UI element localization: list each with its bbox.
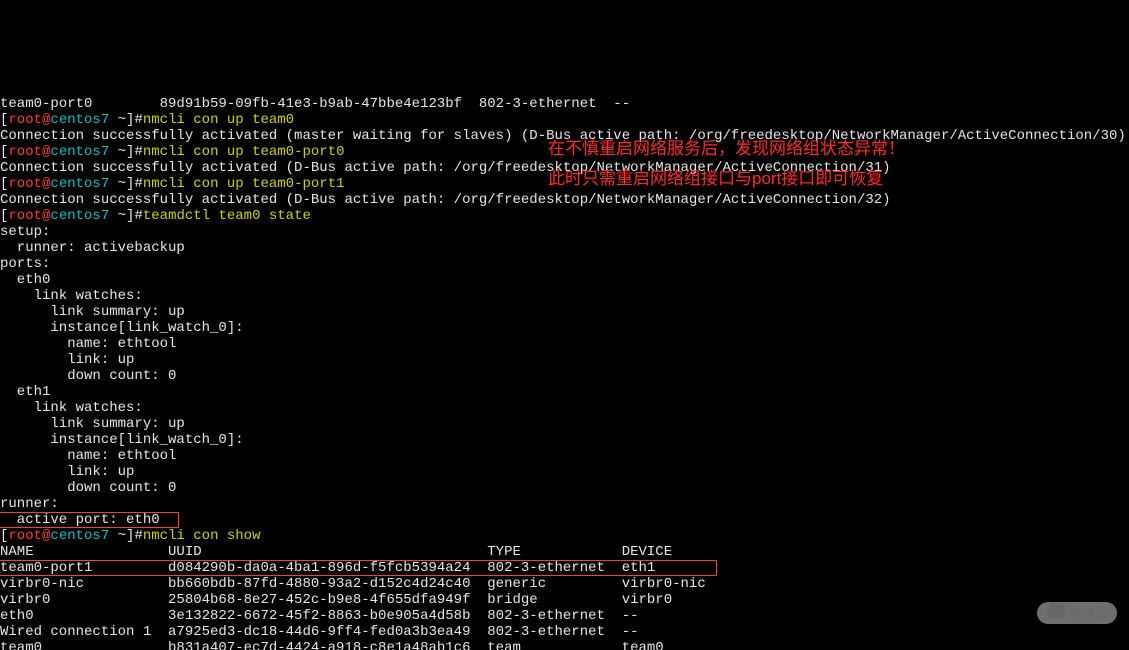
teamdctl-line: name: ethtool xyxy=(0,336,176,352)
prompt-host: centos7 xyxy=(50,112,109,128)
prompt-rbracket: ]# xyxy=(126,176,143,192)
teamdctl-line: link watches: xyxy=(0,400,143,416)
con-row-team0: team0 b831a407-ec7d-4424-a918-c8e1a48ab1… xyxy=(0,640,714,650)
prompt-user: root xyxy=(8,528,42,544)
teamdctl-line: link summary: up xyxy=(0,304,185,320)
teamdctl-line: link summary: up xyxy=(0,416,185,432)
teamdctl-line: setup: xyxy=(0,224,50,240)
command-nmcli-con-show: nmcli con show xyxy=(143,528,261,544)
watermark-badge: 亿速云 xyxy=(1037,602,1117,624)
prompt-path: ~ xyxy=(109,208,126,224)
prompt-rbracket: ]# xyxy=(126,208,143,224)
prompt-rbracket: ]# xyxy=(126,144,143,160)
con-row-virbr0-nic: virbr0-nic bb660bdb-87fd-4880-93a2-d152c… xyxy=(0,576,714,592)
teamdctl-line: down count: 0 xyxy=(0,368,176,384)
annotation-part-b: port xyxy=(752,169,781,188)
teamdctl-line: link watches: xyxy=(0,288,143,304)
con-row-team0-port1: team0-port1 d084290b-da0a-4ba1-896d-f5fc… xyxy=(0,560,717,576)
prompt-path: ~ xyxy=(109,528,126,544)
prompt-host: centos7 xyxy=(50,528,109,544)
prompt-path: ~ xyxy=(109,112,126,128)
command-nmcli-up-team0: nmcli con up team0 xyxy=(143,112,294,128)
teamdctl-line: instance[link_watch_0]: xyxy=(0,432,244,448)
con-row-eth0: eth0 3e132822-6672-45f2-8863-b0e905a4d58… xyxy=(0,608,714,624)
con-row-virbr0: virbr0 25804b68-8e27-452c-b9e8-4f655dfa9… xyxy=(0,592,714,608)
prompt-user: root xyxy=(8,176,42,192)
teamdctl-line: runner: activebackup xyxy=(0,240,185,256)
command-nmcli-up-port1: nmcli con up team0-port1 xyxy=(143,176,345,192)
prompt-user: root xyxy=(8,144,42,160)
con-row-wired: Wired connection 1 a7925ed3-dc18-44d6-9f… xyxy=(0,624,714,640)
teamdctl-line: link: up xyxy=(0,464,134,480)
prompt-rbracket: ]# xyxy=(126,112,143,128)
teamdctl-line: instance[link_watch_0]: xyxy=(0,320,244,336)
output-activated-32: Connection successfully activated (D-Bus… xyxy=(0,192,891,208)
teamdctl-line: name: ethtool xyxy=(0,448,176,464)
prompt-host: centos7 xyxy=(50,144,109,160)
command-teamdctl: teamdctl team0 state xyxy=(143,208,311,224)
table-row: team0-port0 89d91b59-09fb-41e3-b9ab-47bb… xyxy=(0,96,630,112)
watermark-label: 亿速云 xyxy=(1071,605,1107,621)
annotation-text-1: 在不慎重启网络服务后，发现网络组状态异常！ xyxy=(548,134,1068,164)
teamdctl-line: eth0 xyxy=(0,272,50,288)
teamdctl-line: ports: xyxy=(0,256,50,272)
prompt-user: root xyxy=(8,208,42,224)
prompt-user: root xyxy=(8,112,42,128)
teamdctl-line: link: up xyxy=(0,352,134,368)
annotation-text-2: 此时只需重启网络组接口与port接口即可恢复 xyxy=(548,164,1068,194)
teamdctl-line: runner: xyxy=(0,496,59,512)
cloud-icon xyxy=(1047,607,1065,619)
command-nmcli-up-port0: nmcli con up team0-port0 xyxy=(143,144,345,160)
con-show-header: NAME UUID TYPE DEVICE xyxy=(0,544,714,560)
annotation-part-c: 接口即可恢复 xyxy=(781,169,883,188)
prompt-path: ~ xyxy=(109,176,126,192)
annotation-part-a: 此时只需重启网络组接口与 xyxy=(548,169,752,188)
prompt-path: ~ xyxy=(109,144,126,160)
active-port-highlight: active port: eth0 xyxy=(0,512,179,528)
prompt-rbracket: ]# xyxy=(126,528,143,544)
prompt-host: centos7 xyxy=(50,176,109,192)
prompt-host: centos7 xyxy=(50,208,109,224)
teamdctl-line: eth1 xyxy=(0,384,50,400)
teamdctl-line: down count: 0 xyxy=(0,480,176,496)
